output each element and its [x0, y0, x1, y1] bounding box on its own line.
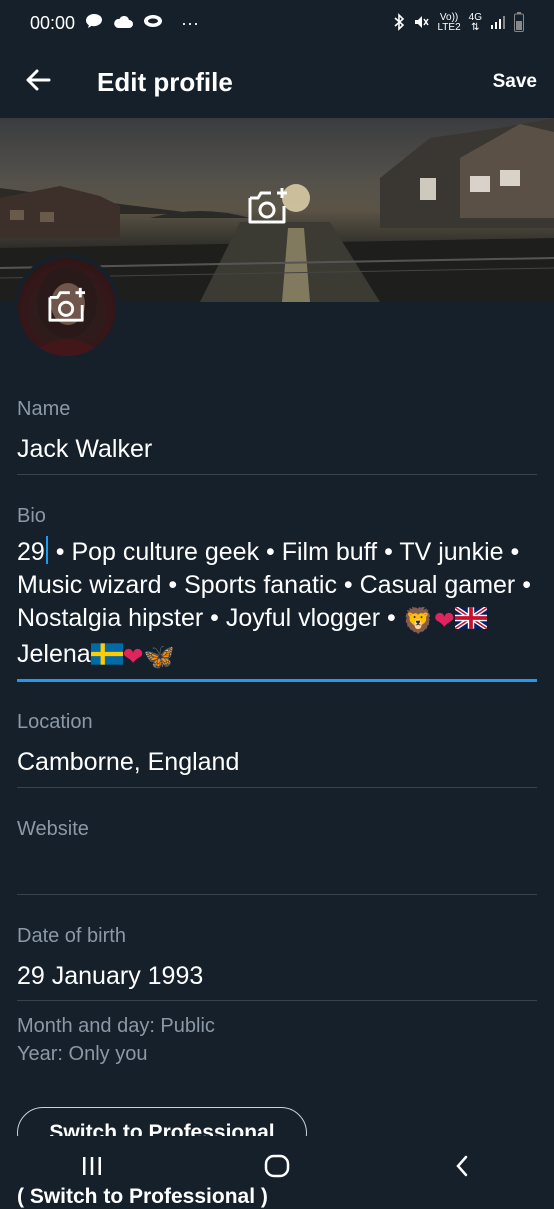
bio-label: Bio [17, 505, 46, 527]
page-title: Edit profile [97, 66, 233, 97]
volte-indicator: Vo)) LTE2 [437, 13, 460, 33]
status-bar: 00:00 ··· Vo)) LTE2 4G ⇅ [0, 0, 554, 46]
name-divider [17, 474, 537, 475]
avatar-photo [18, 258, 116, 356]
location-field[interactable]: Location Camborne, England [17, 711, 537, 779]
butterfly-emoji: 🦋 [143, 643, 175, 671]
back-arrow-icon [25, 69, 51, 96]
year-visibility: Year: Only you [17, 1043, 148, 1065]
name-label: Name [17, 398, 71, 420]
dob-divider [17, 1000, 537, 1001]
battery-icon [514, 11, 524, 35]
status-time: 00:00 [30, 12, 76, 33]
network-gen: 4G ⇅ [469, 13, 482, 33]
recent-apps-icon [80, 1155, 104, 1182]
website-label: Website [17, 818, 89, 840]
save-button[interactable]: Save [493, 71, 537, 93]
signal-icon [490, 15, 506, 32]
location-input[interactable]: Camborne, England [17, 746, 537, 779]
overflow-dots: ··· [181, 12, 200, 33]
notification-icon [143, 13, 163, 34]
app-bar: Edit profile Save [0, 46, 554, 118]
bio-text-before-caret: 29 [17, 538, 45, 566]
profile-avatar[interactable] [14, 254, 120, 360]
back-nav-button[interactable] [407, 1136, 517, 1200]
sweden-flag-icon [90, 640, 123, 668]
volte-bottom: LTE2 [437, 22, 461, 33]
bio-field[interactable]: Bio 29 • Pop culture geek • Film buff • … [17, 505, 537, 674]
cloud-icon [113, 13, 134, 34]
scrolled-behind-text: ( Switch to Professional ) [17, 1185, 268, 1208]
uk-flag-icon [454, 604, 487, 632]
name-input[interactable]: Jack Walker [17, 433, 537, 466]
change-avatar-button[interactable] [18, 258, 116, 356]
chevron-left-icon [454, 1154, 470, 1183]
back-button[interactable] [0, 46, 76, 118]
chat-bubble-icon [85, 13, 103, 34]
bio-name: Jelena [17, 640, 91, 668]
bluetooth-icon [393, 12, 405, 34]
heart-emoji: ❤ [433, 607, 455, 635]
location-divider [17, 787, 537, 788]
mute-icon [413, 14, 430, 33]
change-banner-button[interactable] [246, 186, 306, 240]
location-label: Location [17, 711, 93, 733]
bio-input[interactable]: 29 • Pop culture geek • Film buff • TV j… [17, 536, 539, 674]
heart-emoji: ❤ [122, 643, 144, 671]
data-arrows-icon: ⇅ [471, 22, 480, 33]
bio-divider-active [17, 679, 537, 682]
month-day-visibility: Month and day: Public [17, 1015, 215, 1037]
text-caret [45, 536, 48, 564]
website-divider [17, 894, 537, 895]
add-photo-icon [46, 286, 88, 329]
name-field[interactable]: Name Jack Walker [17, 398, 537, 466]
home-icon [264, 1154, 290, 1183]
dob-visibility[interactable]: Month and day: Public Year: Only you [17, 1012, 215, 1068]
dob-input[interactable]: 29 January 1993 [17, 960, 537, 993]
dob-label: Date of birth [17, 925, 126, 947]
lion-emoji: 🦁 [402, 607, 434, 635]
status-right: Vo)) LTE2 4G ⇅ [393, 11, 524, 35]
website-field[interactable]: Website [17, 818, 537, 853]
status-left: 00:00 ··· [30, 13, 199, 34]
dob-field[interactable]: Date of birth 29 January 1993 [17, 925, 537, 993]
